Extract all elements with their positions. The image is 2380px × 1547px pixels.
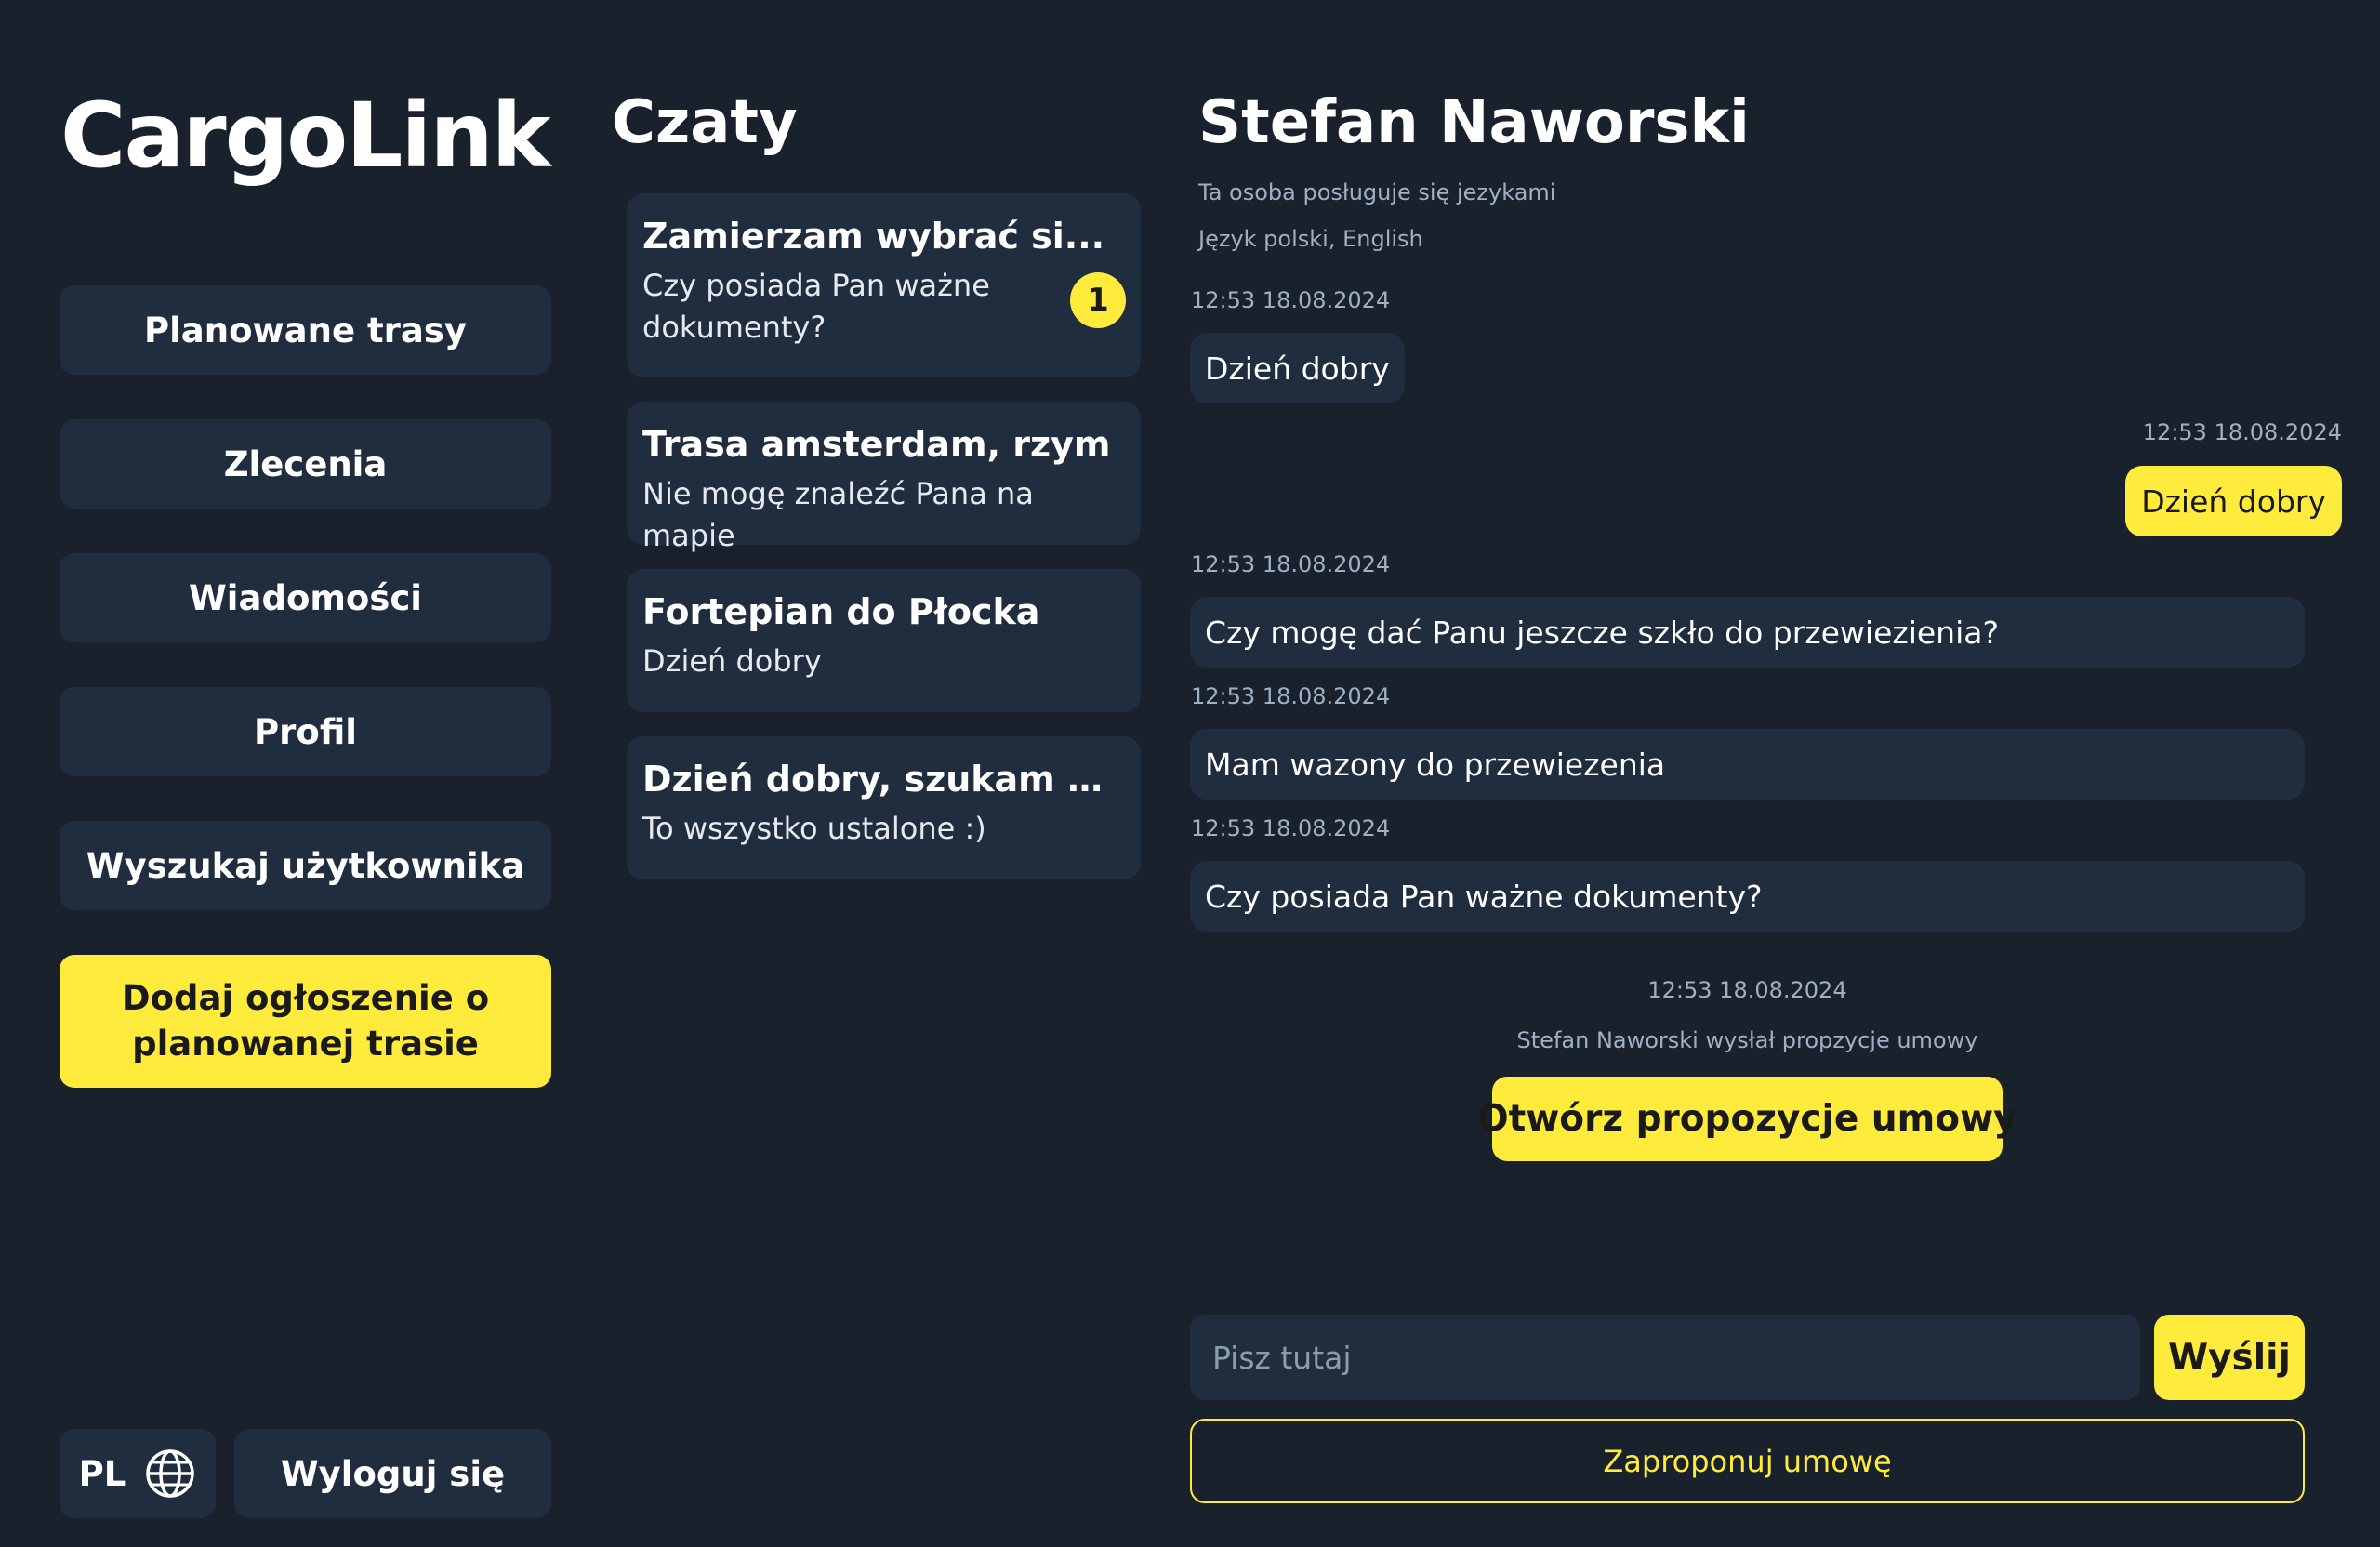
- open-contract-proposal-button[interactable]: Otwórz propozycje umowy: [1477, 1077, 2017, 1161]
- message-timestamp: 12:53 18.08.2024: [1191, 815, 1391, 841]
- conversation-contact-name: Stefan Naworski: [1198, 88, 1750, 157]
- languages-label: Ta osoba posługuje się jezykami: [1198, 179, 1556, 205]
- message-timestamp: 12:53 18.08.2024: [1191, 683, 1391, 709]
- nav-orders[interactable]: Zlecenia: [60, 419, 551, 509]
- incoming-message: Mam wazony do przewiezenia: [1190, 729, 2305, 800]
- propose-contract-button[interactable]: Zaproponuj umowę: [1190, 1419, 2305, 1503]
- chat-title: Fortepian do Płocka: [642, 591, 1040, 632]
- chat-list-item[interactable]: Zamierzam wybrać si... Czy posiada Pan w…: [627, 193, 1141, 377]
- chat-list-item[interactable]: Trasa amsterdam, rzym Nie mogę znaleźć P…: [627, 402, 1141, 553]
- nav-profile[interactable]: Profil: [60, 687, 551, 776]
- chat-list-item[interactable]: Dzień dobry, szukam osob... To wszystko …: [627, 736, 1141, 879]
- message-timestamp: 12:53 18.08.2024: [1191, 287, 1391, 313]
- languages-value: Język polski, English: [1198, 226, 1423, 252]
- chat-list-item[interactable]: Fortepian do Płocka Dzień dobry: [627, 569, 1141, 712]
- incoming-message: Dzień dobry: [1190, 333, 1405, 403]
- proposal-timestamp: 12:53 18.08.2024: [1647, 977, 1847, 1003]
- message-timestamp: 12:53 18.08.2024: [2142, 419, 2342, 445]
- nav-planned-routes[interactable]: Planowane trasy: [60, 285, 551, 375]
- message-timestamp: 12:53 18.08.2024: [1191, 551, 1391, 577]
- chat-preview: Dzień dobry: [642, 643, 822, 680]
- chats-title: Czaty: [612, 88, 798, 157]
- add-route-announcement-button[interactable]: Dodaj ogłoszenie o planowanej trasie: [60, 955, 551, 1088]
- chat-title: Trasa amsterdam, rzym: [642, 424, 1111, 465]
- outgoing-message: Dzień dobry: [2125, 466, 2342, 536]
- chat-preview: Nie mogę znaleźć Pana na mapie: [642, 476, 1034, 554]
- unread-badge: 1: [1070, 272, 1126, 328]
- nav-messages[interactable]: Wiadomości: [60, 553, 551, 642]
- incoming-message: Czy posiada Pan ważne dokumenty?: [1190, 861, 2305, 932]
- app-logo: CargoLink: [60, 84, 551, 188]
- message-input-wrapper: [1190, 1315, 2140, 1400]
- language-switch-button[interactable]: PL: [60, 1429, 216, 1518]
- globe-icon: [144, 1448, 196, 1500]
- chat-preview: To wszystko ustalone :): [642, 811, 986, 847]
- message-input[interactable]: [1190, 1315, 2140, 1400]
- chat-title: Dzień dobry, szukam osob...: [642, 759, 1126, 800]
- proposal-notice: Stefan Naworski wysłał propzycje umowy: [1516, 1027, 1978, 1053]
- nav-search-user[interactable]: Wyszukaj użytkownika: [60, 821, 551, 910]
- incoming-message: Czy mogę dać Panu jeszcze szkło do przew…: [1190, 597, 2305, 668]
- logout-button[interactable]: Wyloguj się: [234, 1429, 551, 1518]
- chat-title: Zamierzam wybrać si...: [642, 216, 1105, 257]
- chat-preview: Czy posiada Pan ważne dokumenty?: [642, 268, 990, 346]
- send-button[interactable]: Wyślij: [2154, 1315, 2305, 1400]
- language-code: PL: [78, 1453, 126, 1494]
